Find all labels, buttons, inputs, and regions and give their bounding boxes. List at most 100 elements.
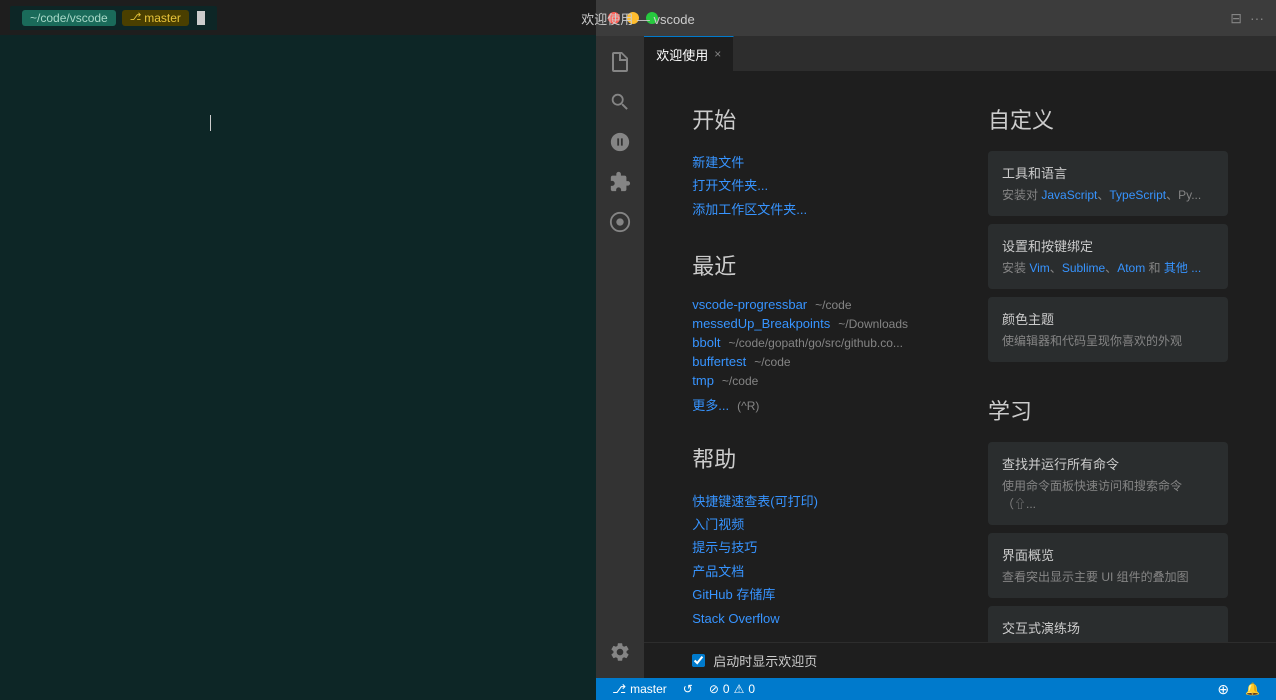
stackoverflow-link[interactable]: Stack Overflow	[692, 607, 908, 630]
show-welcome-label[interactable]: 启动时显示欢迎页	[713, 651, 817, 670]
color-theme-card-desc: 使编辑器和代码呈现你喜欢的外观	[1002, 332, 1214, 350]
vscode-panel: 欢迎使用 — vscode ⊟ ···	[596, 0, 1276, 700]
tools-card-title: 工具和语言	[1002, 163, 1214, 182]
terminal-branch: master	[122, 10, 189, 26]
learn-heading: 学习	[988, 394, 1228, 426]
recent-name-4[interactable]: tmp	[692, 373, 714, 388]
more-row: 更多... (^R)	[692, 394, 908, 417]
command-palette-desc: 使用命令面板快速访问和搜索命令（⇧...	[1002, 477, 1214, 513]
help-heading: 帮助	[692, 442, 908, 474]
customize-heading: 自定义	[988, 103, 1228, 135]
color-theme-card[interactable]: 颜色主题 使编辑器和代码呈现你喜欢的外观	[988, 297, 1228, 362]
command-palette-card[interactable]: 查找并运行所有命令 使用命令面板快速访问和搜索命令（⇧...	[988, 442, 1228, 525]
js-highlight: JavaScript	[1041, 188, 1097, 202]
github-repo-link[interactable]: GitHub 存储库	[692, 583, 908, 606]
interactive-playground-card[interactable]: 交互式演练场 在简短演练中试用编辑器的基本功能	[988, 606, 1228, 642]
keybindings-card[interactable]: 设置和按键绑定 安装 Vim、Sublime、Atom 和 其他 ...	[988, 224, 1228, 289]
ts-highlight: TypeScript	[1109, 188, 1166, 202]
welcome-content: 欢迎使用 × 开始 新建文件 打开文件夹... 添加工作区文件夹...	[644, 36, 1276, 678]
color-theme-card-title: 颜色主题	[1002, 309, 1214, 328]
files-icon	[608, 50, 632, 74]
activity-bar	[596, 36, 644, 678]
git-activity-icon	[609, 131, 631, 153]
other-highlight: 其他 ...	[1164, 261, 1201, 275]
search-activity-icon	[609, 91, 631, 113]
customize-section: 自定义 工具和语言 安装对 JavaScript、TypeScript、Py..…	[988, 103, 1228, 362]
branch-label: master	[630, 682, 667, 696]
welcome-page: 开始 新建文件 打开文件夹... 添加工作区文件夹... 最近 vscode-p…	[644, 71, 1276, 642]
terminal-path: ~/code/vscode	[22, 10, 116, 26]
errors-status-item[interactable]: ⊘ 0 ⚠ 0	[701, 678, 763, 700]
start-section: 开始 新建文件 打开文件夹... 添加工作区文件夹...	[692, 103, 908, 221]
warning-icon: ⚠	[734, 682, 745, 696]
settings-activity-icon	[609, 641, 631, 663]
error-count: 0	[723, 682, 730, 696]
show-welcome-checkbox[interactable]	[692, 654, 705, 667]
keybindings-ref-link[interactable]: 快捷键速查表(可打印)	[692, 490, 908, 513]
recent-name-1[interactable]: messedUp_Breakpoints	[692, 316, 830, 331]
explorer-activity-item[interactable]	[602, 44, 638, 80]
text-cursor	[210, 115, 211, 131]
recent-name-2[interactable]: bbolt	[692, 335, 720, 350]
learn-section: 学习 查找并运行所有命令 使用命令面板快速访问和搜索命令（⇧... 界面概览 查…	[988, 394, 1228, 642]
recent-name-3[interactable]: buffertest	[692, 354, 746, 369]
start-heading: 开始	[692, 103, 908, 135]
recent-heading: 最近	[692, 249, 908, 281]
remote-icon: ⊕	[1217, 681, 1229, 698]
split-editor-button[interactable]: ⊟	[1230, 10, 1242, 27]
help-section: 帮助 快捷键速查表(可打印) 入门视频 提示与技巧 产品文档 GitHub 存储…	[692, 442, 908, 630]
notification-status-item[interactable]: 🔔	[1237, 678, 1268, 700]
error-icon: ⊘	[709, 682, 719, 696]
remote-activity-item[interactable]	[602, 204, 638, 240]
recent-path-2: ~/code/gopath/go/src/github.co...	[728, 336, 902, 350]
branch-icon: ⎇	[612, 682, 626, 696]
git-activity-item[interactable]	[602, 124, 638, 160]
ui-overview-card[interactable]: 界面概览 查看突出显示主要 UI 组件的叠加图	[988, 533, 1228, 598]
search-activity-item[interactable]	[602, 84, 638, 120]
recent-section: 最近 vscode-progressbar ~/code messedUp_Br…	[692, 249, 908, 417]
notification-icon: 🔔	[1245, 682, 1260, 696]
recent-path-3: ~/code	[754, 355, 790, 369]
ui-overview-desc: 查看突出显示主要 UI 组件的叠加图	[1002, 568, 1214, 586]
atom-highlight: Atom	[1117, 261, 1145, 275]
recent-path-0: ~/code	[815, 298, 851, 312]
ui-overview-title: 界面概览	[1002, 545, 1214, 564]
recent-item-2: bbolt ~/code/gopath/go/src/github.co...	[692, 335, 908, 350]
terminal-cursor	[197, 11, 205, 25]
settings-activity-item[interactable]	[602, 634, 638, 670]
add-workspace-link[interactable]: 添加工作区文件夹...	[692, 198, 908, 221]
branch-status-item[interactable]: ⎇ master	[604, 678, 675, 700]
more-link[interactable]: 更多...	[692, 394, 729, 417]
welcome-footer: 启动时显示欢迎页	[644, 642, 1276, 678]
extensions-activity-icon	[609, 171, 631, 193]
terminal-tab[interactable]: ~/code/vscode master	[10, 6, 217, 30]
welcome-left: 开始 新建文件 打开文件夹... 添加工作区文件夹... 最近 vscode-p…	[692, 103, 908, 610]
window-title: 欢迎使用 — vscode	[581, 9, 694, 28]
status-bar: ⎇ master ↺ ⊘ 0 ⚠ 0 ⊕ 🔔	[596, 678, 1276, 700]
recent-name-0[interactable]: vscode-progressbar	[692, 297, 807, 312]
tab-bar: 欢迎使用 ×	[644, 36, 1276, 71]
terminal-content[interactable]	[0, 35, 596, 700]
new-file-link[interactable]: 新建文件	[692, 151, 908, 174]
title-actions: ⊟ ···	[1230, 10, 1264, 27]
sync-status-item[interactable]: ↺	[675, 678, 701, 700]
extensions-activity-item[interactable]	[602, 164, 638, 200]
vim-highlight: Vim	[1029, 261, 1049, 275]
more-shortcut: (^R)	[737, 399, 759, 413]
terminal-panel: ~/code/vscode master	[0, 0, 596, 700]
terminal-tab-bar: ~/code/vscode master	[0, 0, 596, 35]
recent-item-4: tmp ~/code	[692, 373, 908, 388]
tips-tricks-link[interactable]: 提示与技巧	[692, 536, 908, 559]
tab-close-button[interactable]: ×	[714, 47, 721, 61]
tools-card[interactable]: 工具和语言 安装对 JavaScript、TypeScript、Py...	[988, 151, 1228, 216]
recent-item-1: messedUp_Breakpoints ~/Downloads	[692, 316, 908, 331]
recent-item-3: buffertest ~/code	[692, 354, 908, 369]
command-palette-title: 查找并运行所有命令	[1002, 454, 1214, 473]
welcome-tab[interactable]: 欢迎使用 ×	[644, 36, 734, 71]
keybindings-card-title: 设置和按键绑定	[1002, 236, 1214, 255]
intro-video-link[interactable]: 入门视频	[692, 513, 908, 536]
docs-link[interactable]: 产品文档	[692, 560, 908, 583]
more-actions-button[interactable]: ···	[1250, 10, 1264, 27]
open-folder-link[interactable]: 打开文件夹...	[692, 174, 908, 197]
remote-status-item[interactable]: ⊕	[1209, 678, 1237, 700]
